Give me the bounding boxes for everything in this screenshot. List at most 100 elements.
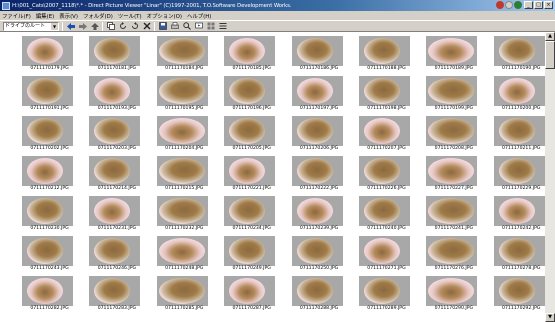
thumbnail-item[interactable]: 0711170287.JPG — [218, 272, 285, 312]
rotate-right-icon[interactable] — [130, 22, 139, 31]
thumbnail-item[interactable]: 0711170190.JPG — [488, 32, 545, 72]
thumbnail-item[interactable]: 0711170186.JPG — [286, 32, 353, 72]
thumbnail-image[interactable] — [89, 76, 141, 106]
thumbnail-item[interactable]: 0711170207.JPG — [353, 112, 420, 152]
thumbnail-item[interactable]: 0711170289.JPG — [353, 272, 420, 312]
back-arrow-icon[interactable] — [66, 22, 75, 31]
thumbnail-image[interactable] — [89, 36, 141, 66]
thumbnail-item[interactable]: 0711170292.JPG — [488, 272, 545, 312]
thumbnail-image[interactable] — [358, 76, 410, 106]
thumbnail-image[interactable] — [156, 236, 208, 266]
thumbnail-image[interactable] — [89, 196, 141, 226]
thumbnail-item[interactable]: 0711170246.JPG — [83, 232, 150, 272]
print-icon[interactable] — [170, 22, 179, 31]
thumbnail-item[interactable]: 0711170278.JPG — [488, 232, 545, 272]
thumbnail-item[interactable]: 0711170276.JPG — [420, 232, 487, 272]
thumbnail-image[interactable] — [358, 116, 410, 146]
thumbnail-image[interactable] — [358, 36, 410, 66]
red-ball-icon[interactable] — [496, 1, 504, 9]
thumbnail-item[interactable]: 0711170222.JPG — [286, 152, 353, 192]
drive-combo[interactable]: ドライブのルート ▼ — [3, 21, 59, 31]
minimize-button[interactable]: _ — [524, 1, 533, 9]
thumbnail-item[interactable]: 0711170239.JPG — [286, 192, 353, 232]
thumbnail-item[interactable]: 0711170200.JPG — [488, 72, 545, 112]
thumbnail-image[interactable] — [358, 276, 410, 306]
thumbnail-image[interactable] — [22, 196, 73, 226]
thumbnail-image[interactable] — [358, 156, 410, 186]
thumbnail-item[interactable]: 0711170240.JPG — [353, 192, 420, 232]
thumbnail-image[interactable] — [426, 36, 478, 66]
thumbnail-item[interactable]: 0711170181.JPG — [83, 32, 150, 72]
thumbnail-image[interactable] — [426, 236, 478, 266]
save-icon[interactable] — [158, 22, 167, 31]
thumbnail-image[interactable] — [426, 196, 478, 226]
thumbnail-image[interactable] — [89, 116, 141, 146]
thumbnail-item[interactable]: 0711170232.JPG — [151, 192, 218, 232]
scroll-down-button[interactable]: ▼ — [545, 313, 555, 322]
rotate-left-icon[interactable] — [118, 22, 127, 31]
thumbnail-image[interactable] — [426, 76, 478, 106]
thumbnail-item[interactable]: 0711170285.JPG — [151, 272, 218, 312]
thumbnail-item[interactable]: 0711170226.JPG — [353, 152, 420, 192]
menu-help[interactable]: ヘルプ(H) — [187, 12, 211, 20]
menu-options[interactable]: オプション(O) — [147, 12, 182, 20]
thumbnail-item[interactable]: 0711170231.JPG — [83, 192, 150, 232]
list-view-icon[interactable] — [218, 22, 227, 31]
thumbnail-image[interactable] — [22, 36, 73, 66]
thumbnail-image[interactable] — [156, 196, 208, 226]
menu-file[interactable]: ファイル(F) — [2, 12, 31, 20]
thumbnail-item[interactable]: 0711170195.JPG — [151, 72, 218, 112]
thumbnail-item[interactable]: 0711170242.JPG — [488, 192, 545, 232]
thumbnail-item[interactable]: 0711170202.JPG — [16, 112, 83, 152]
thumbnail-item[interactable]: 0711170184.JPG — [151, 32, 218, 72]
thumbnail-item[interactable]: 0711170243.JPG — [16, 232, 83, 272]
thumbnail-item[interactable]: 0711170249.JPG — [218, 232, 285, 272]
thumbnail-item[interactable]: 0711170227.JPG — [420, 152, 487, 192]
menu-view[interactable]: 表示(V) — [59, 12, 78, 20]
copy-icon[interactable] — [106, 22, 115, 31]
thumbnail-item[interactable]: 0711170212.JPG — [16, 152, 83, 192]
thumbnail-image[interactable] — [358, 236, 410, 266]
thumbnail-item[interactable]: 0711170193.JPG — [83, 72, 150, 112]
slideshow-icon[interactable] — [194, 22, 203, 31]
thumbnail-item[interactable]: 0711170283.JPG — [83, 272, 150, 312]
thumbnail-image[interactable] — [89, 236, 141, 266]
thumbnail-item[interactable]: 0711170221.JPG — [218, 152, 285, 192]
thumbnail-image[interactable] — [224, 36, 276, 66]
thumbnail-item[interactable]: 0711170229.JPG — [488, 152, 545, 192]
thumbnail-image[interactable] — [156, 156, 208, 186]
thumbnail-image[interactable] — [224, 156, 276, 186]
thumbnail-image[interactable] — [89, 156, 141, 186]
thumbnail-image[interactable] — [426, 276, 478, 306]
scroll-thumb[interactable] — [545, 41, 555, 69]
thumbnail-item[interactable]: 0711170290.JPG — [420, 272, 487, 312]
thumbnail-item[interactable]: 0711170234.JPG — [218, 192, 285, 232]
scroll-up-button[interactable]: ▲ — [545, 32, 555, 41]
thumbnail-item[interactable]: 0711170250.JPG — [286, 232, 353, 272]
thumbnail-image[interactable] — [224, 236, 276, 266]
thumbnail-image[interactable] — [426, 156, 478, 186]
thumbnail-item[interactable]: 0711170248.JPG — [151, 232, 218, 272]
close-button[interactable]: × — [544, 1, 553, 9]
thumbnail-image[interactable] — [493, 276, 545, 306]
thumbnail-image[interactable] — [291, 36, 343, 66]
thumbnail-item[interactable]: 0711170204.JPG — [151, 112, 218, 152]
thumbnail-image[interactable] — [426, 116, 478, 146]
gray-ball-icon[interactable] — [505, 1, 513, 9]
menu-folder[interactable]: フォルダ(D) — [83, 12, 113, 20]
thumbnail-image[interactable] — [493, 76, 545, 106]
thumbnail-item[interactable]: 0711170208.JPG — [420, 112, 487, 152]
thumbnail-image[interactable] — [224, 196, 276, 226]
thumbnail-image[interactable] — [291, 276, 343, 306]
chevron-down-icon[interactable]: ▼ — [51, 22, 58, 30]
thumbnail-image[interactable] — [224, 76, 276, 106]
thumbnail-image[interactable] — [493, 196, 545, 226]
menu-tools[interactable]: ツール(T) — [118, 12, 142, 20]
thumbnail-item[interactable]: 0711170211.JPG — [488, 112, 545, 152]
thumbnail-item[interactable]: 0711170215.JPG — [151, 152, 218, 192]
maximize-button[interactable]: □ — [534, 1, 543, 9]
thumbnail-image[interactable] — [493, 116, 545, 146]
menu-edit[interactable]: 編集(E) — [36, 12, 54, 20]
thumbnail-item[interactable]: 0711170191.JPG — [16, 72, 83, 112]
thumbnail-pane[interactable]: 0711170179.JPG 0711170181.JPG 0711170184.J… — [0, 32, 545, 322]
